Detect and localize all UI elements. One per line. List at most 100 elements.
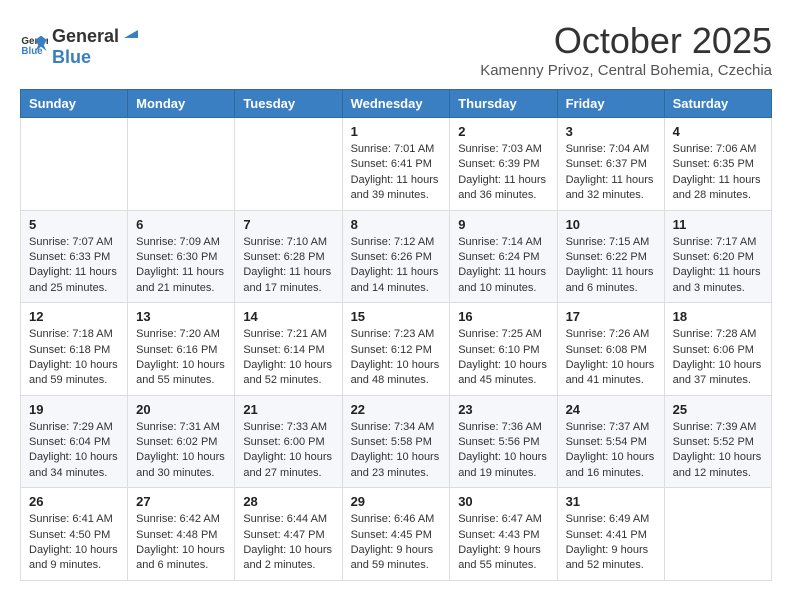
calendar-cell: 30 Sunrise: 6:47 AMSunset: 4:43 PMDayligh… — [450, 488, 557, 581]
logo-triangle-icon — [120, 20, 142, 42]
calendar-cell: 24Sunrise: 7:37 AMSunset: 5:54 PMDayligh… — [557, 395, 664, 488]
calendar-cell — [235, 118, 342, 211]
day-number: 8 — [351, 217, 442, 232]
day-info: Sunrise: 7:29 AMSunset: 6:04 PMDaylight:… — [29, 420, 119, 482]
calendar-header-thursday: Thursday — [450, 90, 557, 118]
calendar-header-monday: Monday — [128, 90, 235, 118]
logo-general-text: General — [52, 26, 119, 47]
day-info: Sunrise: 7:36 AMSunset: 5:56 PMDaylight:… — [458, 420, 548, 482]
calendar-cell: 31Sunrise: 6:49 AMSunset: 4:41 PMDayligh… — [557, 488, 664, 581]
day-info: Sunrise: 7:39 AMSunset: 5:52 PMDaylight:… — [673, 420, 763, 482]
calendar-week-row: 19 Sunrise: 7:29 AMSunset: 6:04 PMDayligh… — [21, 395, 772, 488]
logo-icon: General Blue — [20, 30, 48, 58]
day-number: 30 — [458, 494, 548, 509]
calendar-cell: 8 Sunrise: 7:12 AMSunset: 6:26 PMDaylight… — [342, 210, 450, 303]
day-info: Sunrise: 7:09 AMSunset: 6:30 PMDaylight:… — [136, 235, 226, 297]
day-number: 18 — [673, 309, 763, 324]
day-info: Sunrise: 7:15 AMSunset: 6:22 PMDaylight:… — [566, 235, 656, 297]
calendar-week-row: 26Sunrise: 6:41 AMSunset: 4:50 PMDayligh… — [21, 488, 772, 581]
day-info: Sunrise: 7:18 AMSunset: 6:18 PMDaylight:… — [29, 327, 119, 389]
day-info: Sunrise: 7:10 AMSunset: 6:28 PMDaylight:… — [243, 235, 333, 297]
day-number: 14 — [243, 309, 333, 324]
logo-blue-text: Blue — [52, 47, 91, 67]
calendar-header-saturday: Saturday — [664, 90, 771, 118]
calendar-table: SundayMondayTuesdayWednesdayThursdayFrid… — [20, 89, 772, 581]
day-number: 6 — [136, 217, 226, 232]
calendar-header-row: SundayMondayTuesdayWednesdayThursdayFrid… — [21, 90, 772, 118]
calendar-cell: 26Sunrise: 6:41 AMSunset: 4:50 PMDayligh… — [21, 488, 128, 581]
calendar-header-wednesday: Wednesday — [342, 90, 450, 118]
logo: General Blue General Blue — [20, 20, 143, 68]
calendar-cell: 2 Sunrise: 7:03 AMSunset: 6:39 PMDaylight… — [450, 118, 557, 211]
calendar-cell: 4 Sunrise: 7:06 AMSunset: 6:35 PMDaylight… — [664, 118, 771, 211]
day-info: Sunrise: 7:12 AMSunset: 6:26 PMDaylight:… — [351, 235, 442, 297]
day-number: 29 — [351, 494, 442, 509]
calendar-week-row: 5 Sunrise: 7:07 AMSunset: 6:33 PMDaylight… — [21, 210, 772, 303]
page-header: General Blue General Blue October 2025 K… — [20, 20, 772, 79]
day-info: Sunrise: 7:03 AMSunset: 6:39 PMDaylight:… — [458, 142, 548, 204]
day-info: Sunrise: 6:42 AMSunset: 4:48 PMDaylight:… — [136, 512, 226, 574]
calendar-cell: 1 Sunrise: 7:01 AMSunset: 6:41 PMDaylight… — [342, 118, 450, 211]
day-number: 7 — [243, 217, 333, 232]
day-number: 13 — [136, 309, 226, 324]
day-number: 26 — [29, 494, 119, 509]
calendar-cell: 16 Sunrise: 7:25 AMSunset: 6:10 PMDayligh… — [450, 303, 557, 396]
calendar-cell: 20 Sunrise: 7:31 AMSunset: 6:02 PMDayligh… — [128, 395, 235, 488]
calendar-cell: 27Sunrise: 6:42 AMSunset: 4:48 PMDayligh… — [128, 488, 235, 581]
day-info: Sunrise: 7:26 AMSunset: 6:08 PMDaylight:… — [566, 327, 656, 389]
day-info: Sunrise: 7:07 AMSunset: 6:33 PMDaylight:… — [29, 235, 119, 297]
day-info: Sunrise: 7:33 AMSunset: 6:00 PMDaylight:… — [243, 420, 333, 482]
location-title: Kamenny Privoz, Central Bohemia, Czechia — [480, 62, 772, 79]
day-number: 21 — [243, 402, 333, 417]
day-number: 17 — [566, 309, 656, 324]
day-number: 28 — [243, 494, 333, 509]
calendar-cell: 19 Sunrise: 7:29 AMSunset: 6:04 PMDayligh… — [21, 395, 128, 488]
day-number: 3 — [566, 124, 656, 139]
calendar-cell: 11 Sunrise: 7:17 AMSunset: 6:20 PMDayligh… — [664, 210, 771, 303]
calendar-cell — [128, 118, 235, 211]
day-number: 1 — [351, 124, 442, 139]
calendar-cell: 15Sunrise: 7:23 AMSunset: 6:12 PMDayligh… — [342, 303, 450, 396]
calendar-cell: 12 Sunrise: 7:18 AMSunset: 6:18 PMDayligh… — [21, 303, 128, 396]
day-info: Sunrise: 7:14 AMSunset: 6:24 PMDaylight:… — [458, 235, 548, 297]
day-info: Sunrise: 7:17 AMSunset: 6:20 PMDaylight:… — [673, 235, 763, 297]
day-number: 19 — [29, 402, 119, 417]
day-number: 4 — [673, 124, 763, 139]
day-number: 16 — [458, 309, 548, 324]
calendar-cell: 21 Sunrise: 7:33 AMSunset: 6:00 PMDayligh… — [235, 395, 342, 488]
day-number: 9 — [458, 217, 548, 232]
day-info: Sunrise: 7:21 AMSunset: 6:14 PMDaylight:… — [243, 327, 333, 389]
calendar-cell: 18Sunrise: 7:28 AMSunset: 6:06 PMDayligh… — [664, 303, 771, 396]
day-number: 24 — [566, 402, 656, 417]
day-number: 11 — [673, 217, 763, 232]
calendar-cell: 22Sunrise: 7:34 AMSunset: 5:58 PMDayligh… — [342, 395, 450, 488]
day-info: Sunrise: 7:25 AMSunset: 6:10 PMDaylight:… — [458, 327, 548, 389]
day-info: Sunrise: 6:47 AMSunset: 4:43 PMDaylight:… — [458, 512, 548, 574]
calendar-cell: 17 Sunrise: 7:26 AMSunset: 6:08 PMDayligh… — [557, 303, 664, 396]
calendar-header-sunday: Sunday — [21, 90, 128, 118]
calendar-cell: 29 Sunrise: 6:46 AMSunset: 4:45 PMDayligh… — [342, 488, 450, 581]
calendar-cell: 6 Sunrise: 7:09 AMSunset: 6:30 PMDaylight… — [128, 210, 235, 303]
day-info: Sunrise: 6:46 AMSunset: 4:45 PMDaylight:… — [351, 512, 442, 574]
day-info: Sunrise: 7:31 AMSunset: 6:02 PMDaylight:… — [136, 420, 226, 482]
day-number: 12 — [29, 309, 119, 324]
day-number: 25 — [673, 402, 763, 417]
calendar-cell: 3 Sunrise: 7:04 AMSunset: 6:37 PMDaylight… — [557, 118, 664, 211]
day-info: Sunrise: 7:06 AMSunset: 6:35 PMDaylight:… — [673, 142, 763, 204]
day-number: 20 — [136, 402, 226, 417]
day-number: 2 — [458, 124, 548, 139]
calendar-header-tuesday: Tuesday — [235, 90, 342, 118]
calendar-cell: 10Sunrise: 7:15 AMSunset: 6:22 PMDayligh… — [557, 210, 664, 303]
day-info: Sunrise: 7:04 AMSunset: 6:37 PMDaylight:… — [566, 142, 656, 204]
month-title: October 2025 — [480, 20, 772, 62]
day-info: Sunrise: 7:01 AMSunset: 6:41 PMDaylight:… — [351, 142, 442, 204]
day-info: Sunrise: 6:44 AMSunset: 4:47 PMDaylight:… — [243, 512, 333, 574]
calendar-cell: 5 Sunrise: 7:07 AMSunset: 6:33 PMDaylight… — [21, 210, 128, 303]
calendar-cell: 23Sunrise: 7:36 AMSunset: 5:56 PMDayligh… — [450, 395, 557, 488]
calendar-cell: 9 Sunrise: 7:14 AMSunset: 6:24 PMDaylight… — [450, 210, 557, 303]
calendar-cell — [664, 488, 771, 581]
title-area: October 2025 Kamenny Privoz, Central Boh… — [480, 20, 772, 79]
day-number: 5 — [29, 217, 119, 232]
calendar-cell: 25 Sunrise: 7:39 AMSunset: 5:52 PMDayligh… — [664, 395, 771, 488]
day-number: 15 — [351, 309, 442, 324]
